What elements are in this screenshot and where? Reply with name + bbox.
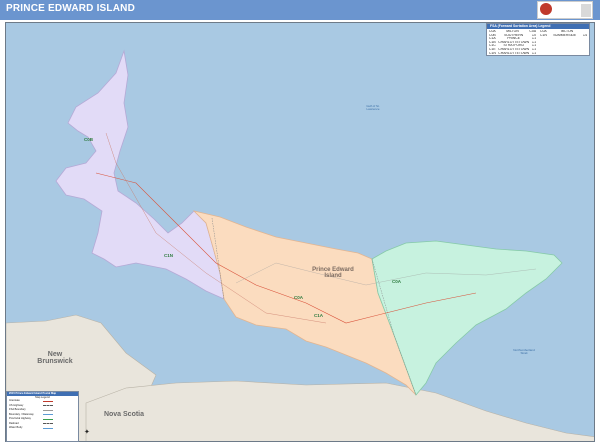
title-bar: PRINCE EDWARD ISLAND	[0, 0, 600, 20]
legend-column-1: C0A MILTON C0A C0B SOUTHERN C0 C1A PRINCE C1 C…	[489, 30, 536, 55]
legend-row: C1N CHARLOTTETOWN C1	[489, 51, 536, 55]
label-new-brunswick: New Brunswick	[37, 351, 73, 365]
label-nova-scotia: Nova Scotia	[103, 411, 145, 418]
map-key: 2015 Prince Edward Island Postal Map Map…	[6, 391, 79, 442]
compass-rose-icon: ✦	[84, 429, 90, 436]
rail-line-icon	[43, 422, 53, 425]
green-line-icon	[43, 418, 53, 420]
nova-scotia-land	[85, 380, 594, 441]
fsa-label-west-south: C1N	[164, 253, 174, 258]
water-label-gulf: Gulf of St. Lawrence	[366, 104, 380, 112]
water-swatch-icon	[43, 427, 53, 429]
legend-columns: C0A MILTON C0A C0B SOUTHERN C0 C1A PRINCE C1 C…	[487, 29, 589, 56]
badge-icon	[581, 4, 591, 17]
legend-column-2: C0A MILTON C1N SUMMERSIDE C4	[540, 30, 587, 55]
label-island: Prince Edward Island	[312, 267, 354, 279]
gray-line-icon	[43, 409, 53, 411]
map-svg	[6, 49, 594, 441]
water-label-strait: Northumberland Strait	[513, 348, 535, 356]
solid-line-icon	[43, 400, 53, 402]
blue-line-icon	[43, 414, 53, 416]
legend-row: C1N SUMMERSIDE C4	[540, 33, 587, 37]
fsa-legend: FSA (Forward Sortation Area) Legend C0A M…	[486, 23, 590, 56]
map-canvas[interactable]: Gulf of St. Lawrence Northumberland Strait…	[5, 22, 595, 442]
key-row: Water Body	[7, 426, 78, 431]
brand-logo[interactable]	[537, 1, 593, 19]
dashed-line-icon	[43, 404, 53, 407]
fsa-label-central: C0A	[294, 295, 304, 300]
region-west	[55, 49, 225, 300]
fsa-label-charlottetown: C1A	[314, 313, 324, 318]
fsa-label-east: C0A	[392, 279, 402, 284]
fsa-label-west-north: C0B	[84, 137, 94, 142]
map-title: PRINCE EDWARD ISLAND	[6, 3, 136, 14]
logo-icon	[540, 3, 552, 15]
